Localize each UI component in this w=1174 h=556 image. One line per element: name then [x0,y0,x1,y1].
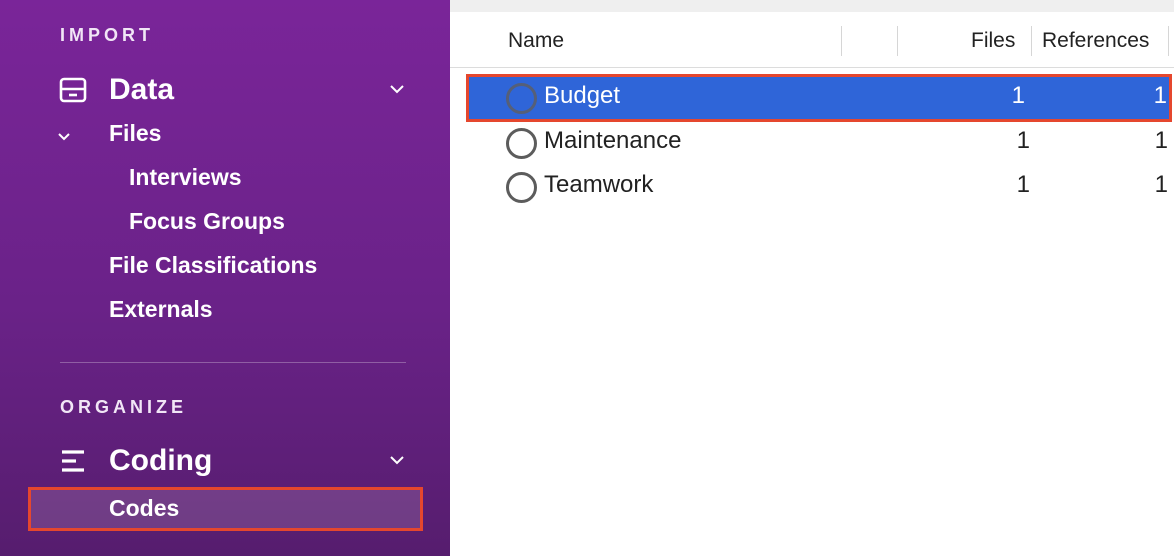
column-header-name[interactable]: Name [508,29,564,53]
code-references-count: 1 [1154,171,1168,198]
column-separator[interactable] [1168,26,1169,56]
sidebar-group-data[interactable]: Data [58,70,410,110]
sidebar-item-focus-groups[interactable]: Focus Groups [129,208,285,235]
code-name: Maintenance [544,127,682,154]
import-section-header: IMPORT [60,25,154,45]
sidebar-item-codes[interactable]: Codes [28,487,423,531]
code-files-count: 1 [1011,82,1025,109]
table-row[interactable]: Teamwork 1 1 [470,164,1174,208]
code-references-count: 1 [1154,127,1168,154]
sidebar-item-interviews[interactable]: Interviews [129,164,242,191]
column-separator[interactable] [841,26,842,56]
code-name: Teamwork [544,171,654,198]
code-references-count: 1 [1153,82,1167,109]
coding-lines-icon [58,446,88,476]
code-node-circle-icon [506,172,537,203]
files-expand-chevron-icon[interactable] [56,128,72,144]
sidebar-group-coding[interactable]: Coding [58,441,410,481]
column-separator[interactable] [1031,26,1032,56]
code-files-count: 1 [1016,127,1030,154]
code-node-circle-icon [506,83,537,114]
column-header-files[interactable]: Files [971,29,1015,53]
code-name: Budget [544,82,621,109]
sidebar-divider [60,362,406,363]
table-row[interactable]: Budget 1 1 [466,74,1172,122]
sidebar-group-data-label: Data [109,73,175,106]
column-separator[interactable] [897,26,898,56]
table-header: Name Files References [450,12,1174,68]
sidebar-item-codes-label: Codes [109,495,180,521]
toolbar-strip [450,0,1174,12]
table-row[interactable]: Maintenance 1 1 [470,120,1174,164]
data-drawer-icon [58,75,88,105]
code-files-count: 1 [1016,171,1030,198]
codes-list-panel: Name Files References Budget 1 1 Mainten… [450,0,1174,556]
code-node-circle-icon [506,128,537,159]
sidebar-item-externals[interactable]: Externals [109,296,213,323]
sidebar-item-file-classifications[interactable]: File Classifications [109,252,317,279]
chevron-down-icon[interactable] [386,78,408,100]
sidebar-item-files[interactable]: Files [109,120,161,147]
sidebar: IMPORT Data Files Interviews Focus Group… [0,0,450,556]
sidebar-group-coding-label: Coding [109,444,213,477]
column-header-references[interactable]: References [1042,29,1149,53]
chevron-down-icon[interactable] [386,449,408,471]
organize-section-header: ORGANIZE [60,397,188,417]
